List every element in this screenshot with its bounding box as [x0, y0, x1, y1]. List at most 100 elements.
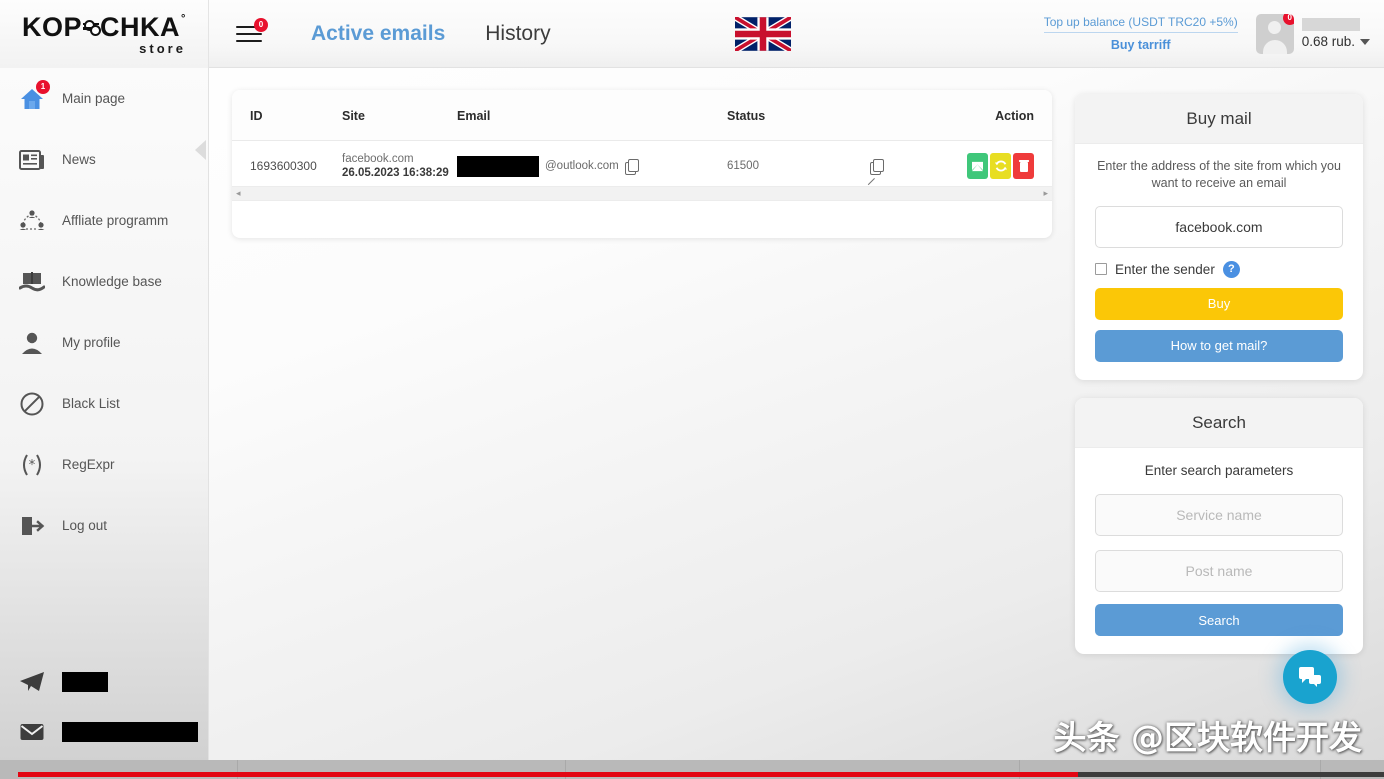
brand-subtitle: store — [139, 40, 186, 56]
menu-toggle[interactable]: 0 — [209, 0, 289, 67]
newspaper-icon — [18, 146, 46, 174]
user-menu[interactable]: 0 0.68 rub. — [1255, 13, 1370, 54]
table-row[interactable]: 1693600300 facebook.com 26.05.2023 16:38… — [232, 140, 1052, 191]
email-domain: @outlook.com — [545, 160, 619, 172]
chat-support-button[interactable] — [1283, 650, 1337, 704]
sidebar-item-label: Affliate programm — [62, 213, 169, 228]
emails-table-card: ID Site Email Status Action 1693600300 f… — [232, 90, 1052, 238]
network-icon — [18, 207, 46, 235]
search-button[interactable]: Search — [1095, 604, 1343, 637]
hamburger-icon[interactable]: 0 — [236, 17, 268, 43]
main-page-badge: 1 — [36, 79, 50, 94]
buy-mail-title: Buy mail — [1075, 94, 1363, 144]
telegram-icon — [18, 668, 46, 696]
buy-tariff-link[interactable]: Buy tarriff — [1111, 38, 1171, 52]
sidebar-item-label: My profile — [62, 335, 121, 350]
brand-logo[interactable]: KOP CHKA ° store — [0, 0, 209, 68]
topup-balance-link[interactable]: Top up balance (USDT TRC20 +5%) — [1043, 15, 1238, 33]
uk-flag-icon — [734, 16, 791, 51]
watermark-text: 头条 @区块软件开发 — [1053, 718, 1363, 757]
copy-email-icon[interactable] — [624, 158, 639, 175]
sidebar-collapse-button[interactable] — [192, 130, 209, 170]
search-panel-title: Search — [1075, 398, 1363, 448]
slider-logo-icon — [83, 20, 102, 35]
sidebar-item-black-list[interactable]: Black List — [0, 373, 208, 434]
sidebar-item-label: Main page — [62, 91, 126, 106]
chevron-left-icon — [195, 140, 206, 160]
email-address-redacted — [62, 722, 198, 742]
user-icon — [18, 329, 46, 357]
column-header-action: Action — [907, 90, 1052, 141]
avatar[interactable]: 0 — [1255, 13, 1294, 54]
video-player-bar[interactable] — [0, 760, 1384, 779]
language-selector[interactable] — [734, 0, 791, 67]
top-header-bar: KOP CHKA ° store 0 Active emails History — [0, 0, 1384, 68]
scroll-left-icon[interactable]: ◂ — [236, 189, 241, 198]
delete-button[interactable] — [1013, 153, 1034, 179]
table-horizontal-scrollbar[interactable]: ◂ ▸ — [232, 186, 1052, 201]
refresh-button[interactable] — [990, 153, 1011, 179]
tab-history[interactable]: History — [481, 16, 554, 52]
sidebar-item-main-page[interactable]: 1 Main page — [0, 68, 208, 129]
balance-amount: 0.68 rub. — [1302, 34, 1370, 49]
user-badge: 0 — [1282, 13, 1294, 25]
sidebar-item-regexpr[interactable]: * RegExpr — [0, 434, 208, 495]
contact-telegram[interactable] — [0, 657, 209, 707]
sidebar-item-my-profile[interactable]: My profile — [0, 312, 208, 373]
cell-site: facebook.com 26.05.2023 16:38:29 — [342, 140, 457, 191]
menu-badge: 0 — [254, 17, 268, 32]
buy-button[interactable]: Buy — [1095, 287, 1343, 320]
column-header-status: Status — [727, 90, 907, 141]
buy-mail-description: Enter the address of the site from which… — [1097, 159, 1341, 190]
site-datetime: 26.05.2023 16:38:29 — [342, 167, 449, 179]
email-local-redacted — [457, 155, 539, 177]
cell-status: 61500 — [727, 140, 907, 191]
sidebar-item-news[interactable]: News — [0, 129, 208, 190]
sidebar-item-label: RegExpr — [62, 457, 115, 472]
ban-icon — [18, 390, 46, 418]
brand-wordmark: KOP CHKA ° — [22, 11, 186, 42]
open-mail-button[interactable] — [967, 153, 988, 179]
playbar-progress — [18, 772, 1078, 777]
balance-value: 0.68 rub. — [1301, 34, 1355, 49]
contact-email[interactable] — [0, 707, 209, 757]
sidebar-item-knowledge-base[interactable]: Knowledge base — [0, 251, 208, 312]
buy-mail-panel: Buy mail Enter the address of the site f… — [1075, 94, 1363, 380]
brand-text-part2: CHKA — [100, 11, 181, 42]
how-to-get-mail-button[interactable]: How to get mail? — [1095, 329, 1343, 362]
tab-active-emails[interactable]: Active emails — [307, 16, 449, 52]
brand-text-part1: KOP — [22, 11, 83, 42]
post-name-input[interactable] — [1095, 550, 1343, 593]
sidebar-contacts — [0, 657, 209, 757]
site-domain: facebook.com — [342, 153, 414, 165]
home-icon: 1 — [18, 79, 50, 113]
regexp-icon: * — [18, 451, 46, 479]
sidebar-item-affiliate-programm[interactable]: Affliate programm — [0, 190, 208, 251]
enter-sender-label: Enter the sender — [1115, 261, 1215, 277]
copy-status-icon[interactable] — [867, 158, 884, 186]
help-icon[interactable]: ? — [1222, 260, 1240, 278]
column-header-id: ID — [232, 90, 342, 141]
cell-email: @outlook.com — [457, 140, 727, 191]
cell-actions — [907, 140, 1052, 191]
enter-sender-checkbox[interactable] — [1095, 263, 1107, 276]
column-header-email: Email — [457, 90, 727, 141]
table-header-row: ID Site Email Status Action — [232, 90, 1052, 141]
main-content: ID Site Email Status Action 1693600300 f… — [209, 68, 1384, 779]
scroll-right-icon[interactable]: ▸ — [1043, 189, 1048, 198]
status-value: 61500 — [727, 160, 759, 172]
topup-block: Top up balance (USDT TRC20 +5%) Buy tarr… — [1043, 15, 1238, 52]
sidebar-item-log-out[interactable]: Log out — [0, 495, 208, 556]
sidebar-item-label: Black List — [62, 396, 120, 411]
cell-id: 1693600300 — [232, 140, 342, 191]
username-redacted — [1301, 18, 1360, 31]
brand-dot: ° — [181, 12, 186, 25]
column-header-site: Site — [342, 90, 457, 141]
service-name-input[interactable] — [1095, 494, 1343, 537]
sidebar-item-label: Log out — [62, 518, 108, 533]
site-address-input[interactable] — [1095, 205, 1343, 248]
chat-bubble-icon — [1299, 667, 1321, 687]
sidebar-item-label: News — [62, 152, 96, 167]
app-root: KOP CHKA ° store 0 Active emails History — [0, 0, 1384, 779]
chevron-down-icon[interactable] — [1360, 38, 1370, 45]
